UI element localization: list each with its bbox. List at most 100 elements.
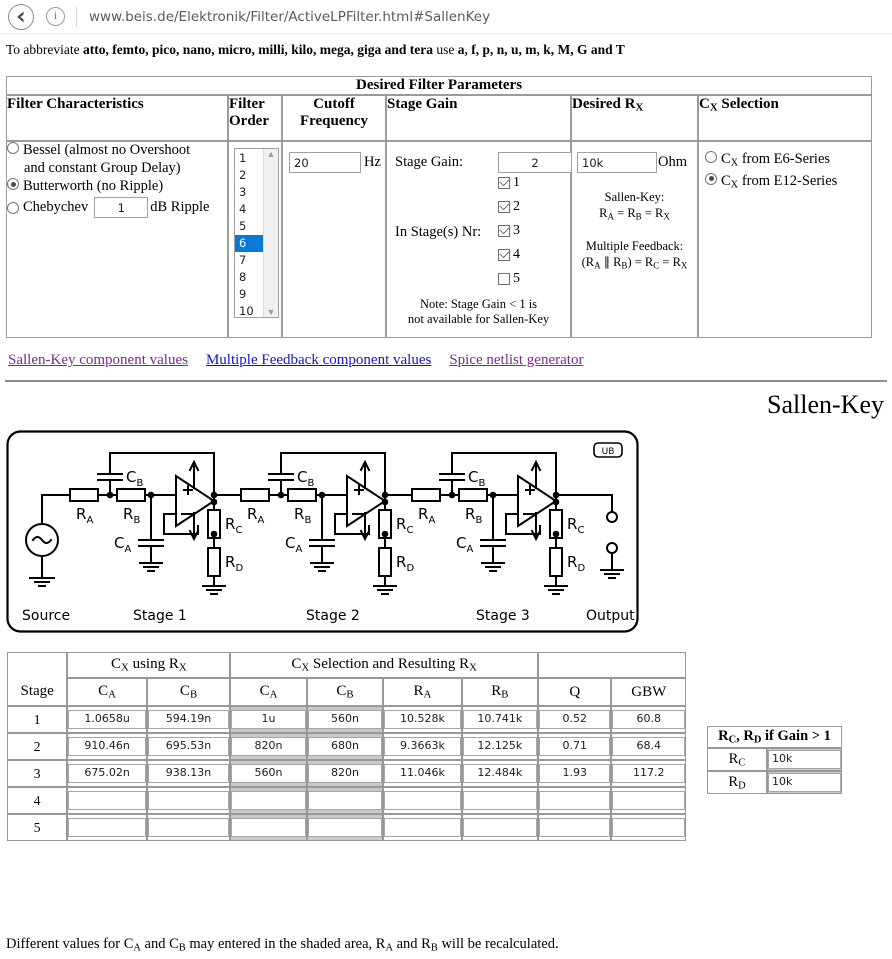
radio-cx-e6[interactable] [705, 151, 717, 163]
order-option-3[interactable]: 3 [235, 184, 263, 201]
stage-gain-input[interactable] [498, 152, 572, 173]
desired-rx-input[interactable] [577, 152, 657, 173]
stage-checkbox-1[interactable]: 1 [498, 175, 520, 191]
row2-ca-sel-cell[interactable]: 820n [230, 733, 307, 760]
col-header-ca-calc: CA [67, 678, 147, 706]
row5-rb [462, 818, 538, 837]
stage-checkbox-3[interactable]: 3 [498, 223, 520, 239]
label-stage2: Stage 2 [306, 608, 360, 624]
cutoff-frequency-cell: Hz [282, 141, 386, 338]
row5-ca-sel-cell[interactable] [230, 814, 307, 841]
row5-rb-cell [461, 814, 539, 841]
order-option-8[interactable]: 8 [235, 269, 263, 286]
row3-ca-calc: 675.02n [68, 764, 146, 783]
order-option-2[interactable]: 2 [235, 167, 263, 184]
option-cx-e12[interactable]: CX from E12-Series [705, 172, 865, 194]
label-output: Output [586, 608, 635, 624]
rcd-label-rd: RD [707, 771, 767, 794]
radio-cx-e12[interactable] [705, 172, 717, 185]
row1-cb-sel[interactable]: 560n [307, 710, 383, 729]
stage-checkbox-5[interactable]: 5 [498, 271, 520, 287]
order-option-5[interactable]: 5 [235, 218, 263, 235]
row4-ca-sel-cell[interactable] [230, 787, 307, 814]
filter-order-cell: 1 2 3 4 5 6 7 8 9 10 ▲ ▼ [228, 141, 282, 338]
row2-gbw: 68.4 [612, 737, 685, 756]
rcd-value-rd-cell[interactable]: 10k [767, 771, 842, 794]
option-cx-e6[interactable]: CX from E6-Series [705, 151, 865, 172]
row5-cb-sel[interactable] [307, 818, 383, 837]
row3-ca-sel-cell[interactable]: 560n [230, 760, 307, 787]
ripple-input[interactable] [94, 197, 149, 218]
multiple-feedback-formula: (RA ∥ RB) = RC = RX [581, 255, 688, 271]
page-title: Sallen-Key [767, 390, 884, 419]
scroll-up-icon[interactable]: ▲ [267, 149, 276, 159]
row3-cb-sel[interactable]: 820n [307, 764, 383, 783]
back-arrow-icon[interactable] [8, 3, 34, 30]
row2-cb-sel[interactable]: 680n [307, 737, 383, 756]
row4-cb-sel[interactable] [307, 791, 383, 810]
row1-ca-sel[interactable]: 1u [231, 710, 306, 729]
row5-ca-sel[interactable] [231, 818, 306, 837]
checkbox-stage-5[interactable] [498, 273, 510, 285]
row5-gbw [612, 818, 685, 837]
checkbox-stage-3[interactable] [498, 225, 510, 237]
order-option-6[interactable]: 6 [235, 235, 263, 252]
row2-ca-sel[interactable]: 820n [231, 737, 306, 756]
link-sallen-key-values[interactable]: Sallen-Key component values [8, 352, 188, 368]
row3-ca-sel[interactable]: 560n [231, 764, 306, 783]
info-icon[interactable]: i [46, 7, 65, 26]
rcd-value-rd[interactable]: 10k [768, 773, 841, 792]
option-butterworth[interactable]: Butterworth (no Ripple) [7, 178, 227, 195]
table-row: 1 1.0658u 594.19n 1u 560n 10.528k 10.741… [7, 706, 686, 733]
row3-rb: 12.484k [462, 764, 538, 783]
row4-cb-sel-cell[interactable] [306, 787, 384, 814]
checkbox-stage-4[interactable] [498, 249, 510, 261]
rcd-value-rc-cell[interactable]: 10k [767, 748, 842, 771]
url-text[interactable]: www.beis.de/Elektronik/Filter/ActiveLPFi… [89, 9, 490, 25]
row1-ca-calc-cell: 1.0658u [67, 706, 147, 733]
row5-cb-sel-cell[interactable] [306, 814, 384, 841]
order-scrollbar[interactable]: ▲ ▼ [263, 149, 278, 317]
radio-chebychev[interactable] [7, 201, 19, 214]
checkbox-stage-2[interactable] [498, 201, 510, 213]
desired-filter-parameters-table: Desired Filter Parameters Filter Charact… [6, 76, 873, 338]
filter-order-items[interactable]: 1 2 3 4 5 6 7 8 9 10 [235, 149, 263, 317]
cutoff-frequency-input[interactable] [289, 152, 361, 173]
option-chebychev[interactable]: Chebychev dB Ripple [7, 197, 227, 218]
label-cx-e6: CX from E6-Series [721, 151, 831, 169]
order-option-1[interactable]: 1 [235, 150, 263, 167]
row1-ca-sel-cell[interactable]: 1u [230, 706, 307, 733]
order-option-9[interactable]: 9 [235, 286, 263, 303]
row4-ra [384, 791, 461, 810]
row4-ca-sel[interactable] [231, 791, 306, 810]
stage-checkbox-4[interactable]: 4 [498, 247, 520, 263]
results-table: CX using RX CX Selection and Resulting R… [7, 652, 686, 841]
filter-order-listbox[interactable]: 1 2 3 4 5 6 7 8 9 10 ▲ ▼ [234, 148, 279, 318]
header-filter-order: Filter Order [228, 95, 282, 141]
header-desired-rx: Desired RX [571, 95, 698, 141]
param-header-row: Filter Characteristics Filter Order Cutof… [6, 95, 873, 141]
link-spice-netlist[interactable]: Spice netlist generator [449, 352, 583, 368]
order-option-10[interactable]: 10 [235, 303, 263, 317]
multiple-feedback-formula-title: Multiple Feedback: [585, 239, 684, 254]
row2-ra: 9.3663k [384, 737, 461, 756]
rcd-value-rc[interactable]: 10k [768, 750, 841, 769]
circuit-badge-ub: UB [602, 447, 615, 457]
order-option-7[interactable]: 7 [235, 252, 263, 269]
radio-butterworth[interactable] [7, 178, 19, 190]
abbrev-symbols: a, f, p, n, u, m, k, M, G and T [457, 42, 625, 57]
sallen-key-formula: RA = RB = RX [599, 206, 670, 222]
row1-ra-cell: 10.528k [383, 706, 462, 733]
option-bessel[interactable]: Bessel (almost no Overshoot [7, 142, 227, 159]
row3-cb-sel-cell[interactable]: 820n [306, 760, 384, 787]
checkbox-label-1: 1 [513, 175, 520, 190]
link-multiple-feedback-values[interactable]: Multiple Feedback component values [206, 352, 431, 368]
radio-bessel[interactable] [7, 142, 19, 154]
row1-cb-sel-cell[interactable]: 560n [306, 706, 384, 733]
checkbox-stage-1[interactable] [498, 177, 510, 189]
order-option-4[interactable]: 4 [235, 201, 263, 218]
row2-cb-sel-cell[interactable]: 680n [306, 733, 384, 760]
sallen-key-schematic: UB RA RB CB CA RC RD RA RB CB CA RC RD R… [6, 430, 639, 633]
scroll-down-icon[interactable]: ▼ [267, 307, 276, 317]
stage-checkbox-2[interactable]: 2 [498, 199, 520, 215]
